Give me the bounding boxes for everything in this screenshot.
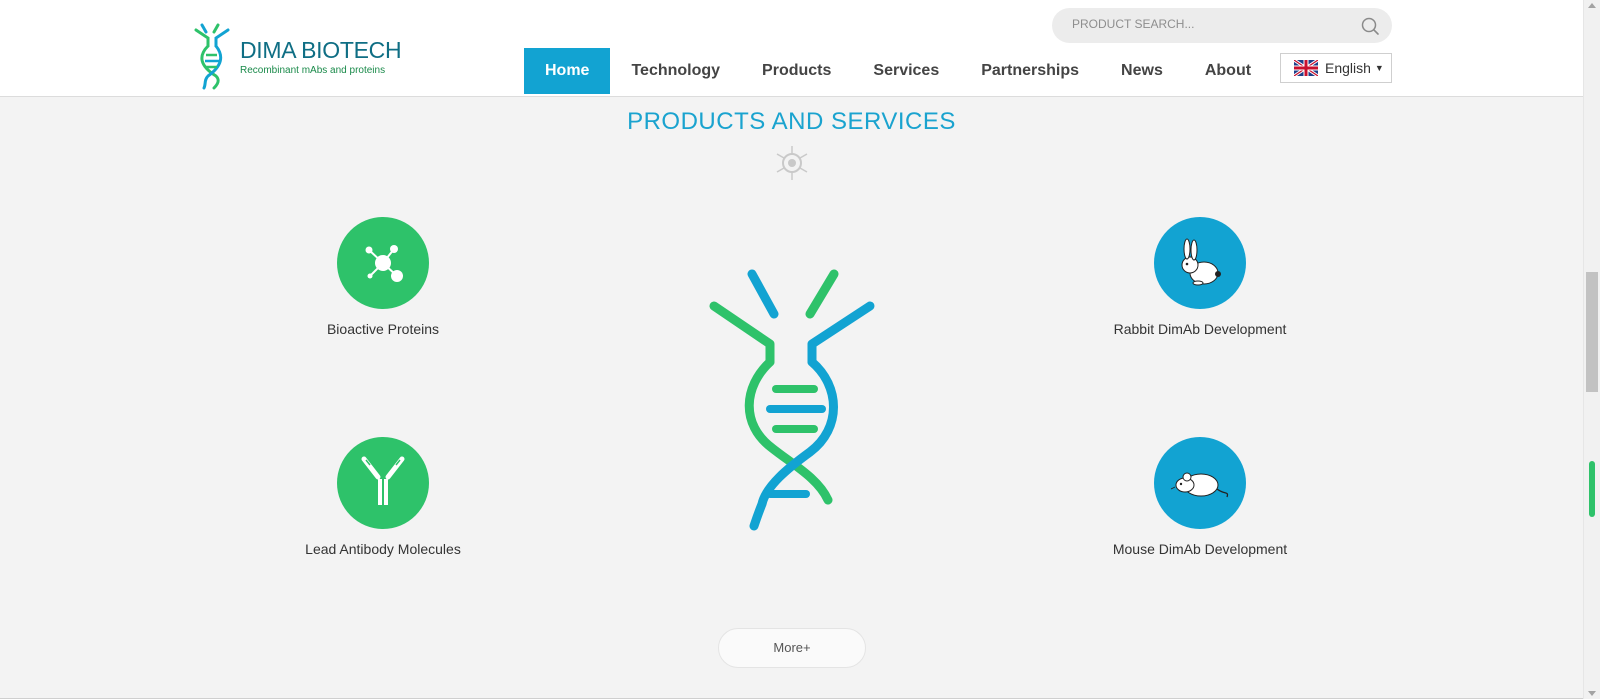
scroll-thumb[interactable]	[1586, 272, 1598, 392]
scroll-down-arrow-icon[interactable]	[1588, 691, 1596, 696]
nav-partnerships[interactable]: Partnerships	[960, 48, 1100, 94]
service-bioactive-proteins[interactable]: Bioactive Proteins	[263, 217, 503, 337]
uk-flag-icon	[1294, 60, 1318, 76]
service-mouse-dimab[interactable]: Mouse DimAb Development	[1080, 437, 1320, 557]
molecule-icon	[365, 245, 403, 282]
language-label: English	[1325, 60, 1371, 76]
more-button[interactable]: More+	[718, 628, 866, 668]
nav-technology[interactable]: Technology	[610, 48, 741, 94]
main-nav: Home Technology Products Services Partne…	[524, 48, 1272, 94]
nav-about[interactable]: About	[1184, 48, 1272, 94]
service-label: Mouse DimAb Development	[1112, 541, 1288, 557]
antibody-icon	[361, 456, 405, 505]
brand-name: DIMA BIOTECH	[240, 36, 402, 63]
search-input[interactable]	[1072, 17, 1342, 31]
chevron-down-icon: ▼	[1374, 63, 1384, 73]
service-lead-antibody[interactable]: Lead Antibody Molecules	[263, 437, 503, 557]
cell-ornament-icon	[776, 146, 808, 180]
nav-home[interactable]: Home	[524, 48, 611, 94]
brand-tagline: Recombinant mAbs and proteins	[240, 64, 386, 76]
service-label: Rabbit DimAb Development	[1113, 321, 1287, 337]
section-title: PRODUCTS AND SERVICES	[627, 108, 956, 135]
nav-products[interactable]: Products	[741, 48, 852, 94]
product-search	[1052, 8, 1392, 43]
service-label: Lead Antibody Molecules	[305, 541, 461, 557]
dna-logo-icon	[194, 23, 230, 90]
rabbit-icon	[1181, 238, 1221, 286]
language-selector[interactable]: English ▼	[1280, 53, 1392, 83]
dna-illustration-icon	[709, 269, 875, 531]
nav-services[interactable]: Services	[852, 48, 960, 94]
side-float-tab[interactable]	[1589, 461, 1595, 517]
service-label: Bioactive Proteins	[326, 321, 440, 337]
service-rabbit-dimab[interactable]: Rabbit DimAb Development	[1080, 217, 1320, 337]
nav-news[interactable]: News	[1100, 48, 1184, 94]
search-icon[interactable]	[1360, 16, 1380, 36]
mouse-icon	[1170, 472, 1229, 498]
site-header: DIMA BIOTECH Recombinant mAbs and protei…	[0, 0, 1583, 97]
scroll-up-arrow-icon[interactable]	[1588, 3, 1596, 8]
page-scrollbar[interactable]	[1583, 0, 1600, 699]
site-logo[interactable]: DIMA BIOTECH Recombinant mAbs and protei…	[192, 22, 402, 90]
